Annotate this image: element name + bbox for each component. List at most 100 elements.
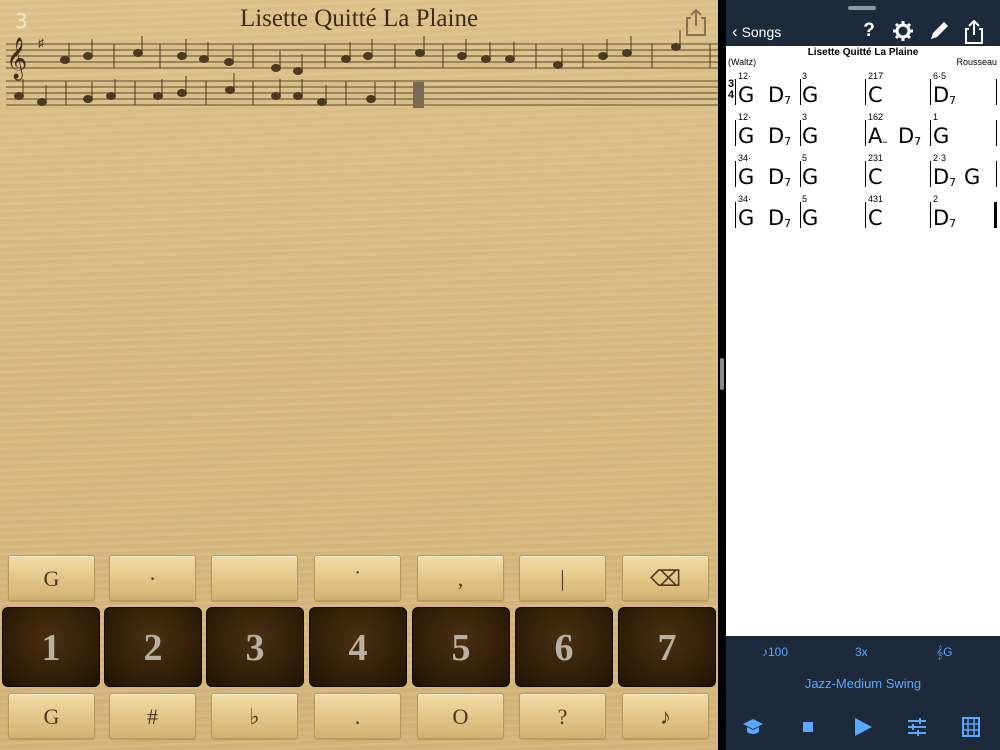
barline	[930, 79, 931, 105]
bottom-key-1[interactable]: G	[8, 693, 95, 739]
barline	[930, 161, 931, 187]
share-icon[interactable]	[963, 19, 985, 44]
divider-grip[interactable]	[720, 358, 724, 390]
fingering-label: 431	[868, 194, 884, 204]
practice-icon[interactable]	[742, 716, 764, 738]
chord-symbol[interactable]: D7	[768, 85, 791, 111]
chord-symbol[interactable]: G	[933, 126, 949, 147]
barline	[996, 120, 997, 146]
top-key-6[interactable]: |	[519, 555, 606, 601]
svg-text:𝄞: 𝄞	[6, 37, 27, 80]
tempo-control[interactable]: ♪100	[762, 645, 788, 659]
chord-symbol[interactable]: G	[802, 85, 818, 106]
chord-root: D	[768, 83, 785, 107]
composer-label: Rousseau	[956, 57, 997, 67]
chord-symbol[interactable]: A–	[868, 126, 888, 152]
top-key-4[interactable]: ˙	[314, 555, 401, 601]
fingering-label: 3	[802, 112, 808, 122]
number-key-3[interactable]: 3	[206, 607, 304, 687]
barline	[996, 161, 997, 187]
chord-quality: 7	[784, 176, 792, 189]
chord-root: G	[802, 206, 819, 230]
mixer-icon[interactable]	[906, 716, 928, 738]
fingering-label: 2·3	[933, 153, 947, 163]
chord-root: G	[738, 206, 755, 230]
barline	[930, 120, 931, 146]
chord-symbol[interactable]: G	[802, 126, 818, 147]
help-icon[interactable]: ?	[858, 20, 880, 42]
fingering-label: 5	[802, 153, 808, 163]
bottom-key-6[interactable]: ?	[519, 693, 606, 739]
chord-symbol[interactable]: G	[738, 167, 754, 188]
top-key-2[interactable]: ·	[109, 555, 196, 601]
number-key-7[interactable]: 7	[618, 607, 716, 687]
chord-root: C	[868, 83, 883, 107]
svg-text:♯: ♯	[38, 36, 44, 50]
play-icon[interactable]	[852, 716, 874, 738]
bottom-key-2[interactable]: #	[109, 693, 196, 739]
number-key-2[interactable]: 2	[104, 607, 202, 687]
fingering-label: 12·	[738, 71, 752, 81]
key-control[interactable]: 𝄞G	[936, 645, 952, 660]
stop-icon[interactable]	[797, 716, 819, 738]
chord-symbol[interactable]: G	[964, 167, 980, 188]
back-button[interactable]: ‹ Songs	[732, 22, 781, 42]
top-key-5[interactable]: ,	[417, 555, 504, 601]
chord-symbol[interactable]: D7	[768, 126, 791, 152]
chord-root: D	[933, 83, 950, 107]
fingering-label: 34·	[738, 153, 752, 163]
barline	[996, 79, 997, 105]
chord-symbol[interactable]: D7	[933, 85, 956, 111]
chord-root: G	[802, 124, 819, 148]
number-key-1[interactable]: 1	[2, 607, 100, 687]
number-key-5[interactable]: 5	[412, 607, 510, 687]
chord-symbol[interactable]: D7	[933, 167, 956, 193]
chord-symbol[interactable]: D7	[933, 208, 956, 234]
key-value: G	[943, 645, 953, 659]
bottom-key-4[interactable]: .	[314, 693, 401, 739]
music-staff[interactable]: 𝄞 ♯	[0, 30, 718, 120]
top-key-7[interactable]: ⌫	[622, 555, 709, 601]
chord-symbol[interactable]: G	[738, 126, 754, 147]
chord-symbol[interactable]: C	[868, 85, 883, 106]
chord-symbol[interactable]: D7	[768, 208, 791, 234]
back-label: Songs	[741, 24, 782, 40]
top-key-3[interactable]	[211, 555, 298, 601]
chord-root: G	[738, 165, 755, 189]
edit-icon[interactable]	[928, 20, 950, 42]
chord-symbol[interactable]: C	[868, 208, 883, 229]
chord-root: D	[898, 124, 915, 148]
chord-quality: –	[882, 135, 888, 148]
number-key-4[interactable]: 4	[309, 607, 407, 687]
chord-root: G	[802, 165, 819, 189]
chord-grid-icon[interactable]	[960, 716, 982, 738]
chord-symbol[interactable]: G	[802, 167, 818, 188]
fingering-label: 34·	[738, 194, 752, 204]
time-signature: 34	[727, 78, 735, 101]
top-key-1[interactable]: G	[8, 555, 95, 601]
song-title: Lisette Quitté La Plaine	[239, 5, 479, 32]
chord-symbol[interactable]: G	[802, 208, 818, 229]
chord-quality: 7	[949, 217, 957, 230]
bottom-key-3[interactable]: ♭	[211, 693, 298, 739]
drag-handle[interactable]	[848, 6, 876, 10]
style-name[interactable]: Jazz-Medium Swing	[726, 676, 1000, 691]
settings-icon[interactable]	[892, 20, 914, 42]
staff-editor-pane: 3 Lisette Quitté La Plaine 𝄞 ♯ G · ˙, | ⌫ 12…	[0, 0, 718, 750]
barline	[865, 202, 866, 228]
nav-bar: ‹ Songs ?	[726, 0, 1000, 46]
barline	[865, 79, 866, 105]
bottom-key-7[interactable]: ♪	[622, 693, 709, 739]
fingering-label: 6·5	[933, 71, 947, 81]
split-divider[interactable]	[718, 0, 726, 750]
bottom-key-5[interactable]: O	[417, 693, 504, 739]
chord-symbol[interactable]: G	[738, 208, 754, 229]
repeat-control[interactable]: 3x	[855, 645, 868, 659]
barline	[865, 120, 866, 146]
chord-symbol[interactable]: D7	[898, 126, 921, 152]
chord-symbol[interactable]: C	[868, 167, 883, 188]
chord-quality: 7	[784, 217, 792, 230]
number-key-6[interactable]: 6	[515, 607, 613, 687]
chord-symbol[interactable]: G	[738, 85, 754, 106]
chord-symbol[interactable]: D7	[768, 167, 791, 193]
